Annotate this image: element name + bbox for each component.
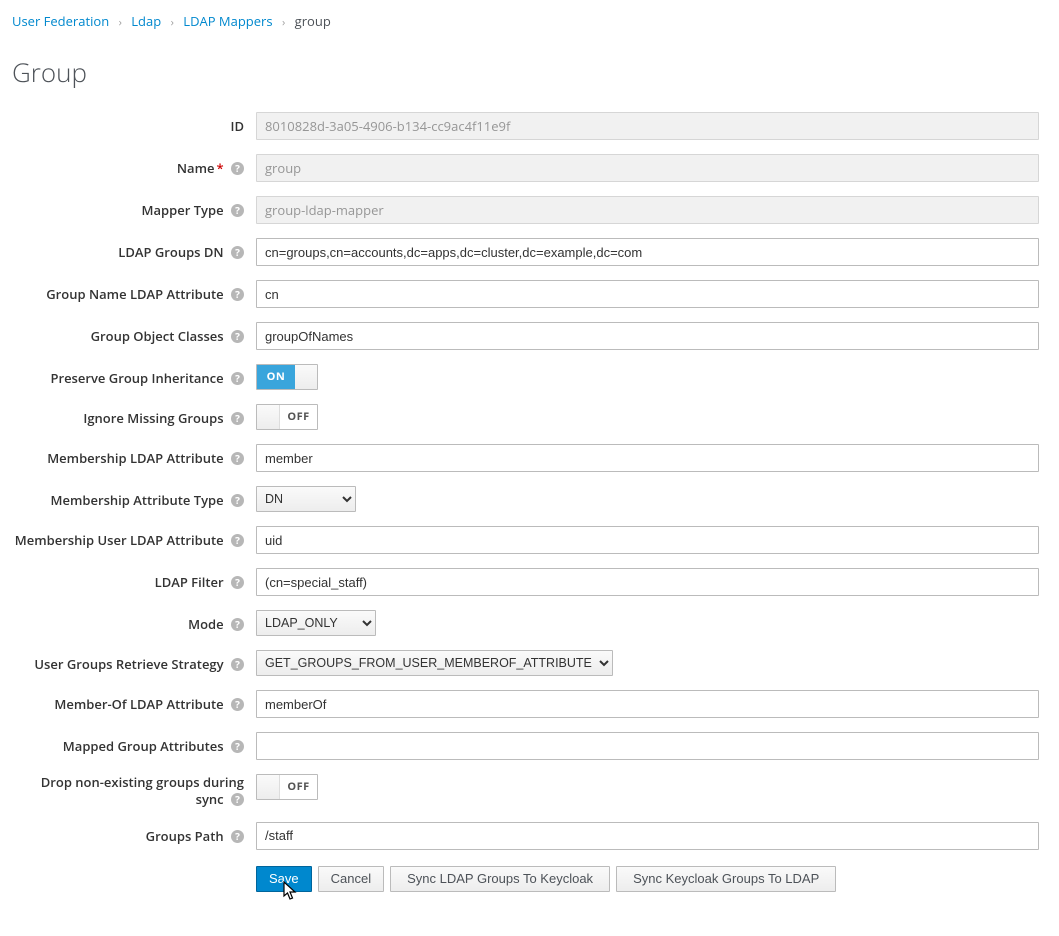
group-name-attr-input[interactable]: [256, 280, 1039, 308]
breadcrumb-ldap[interactable]: Ldap: [131, 12, 161, 30]
chevron-right-icon: ›: [113, 15, 128, 30]
help-icon[interactable]: ?: [231, 162, 244, 175]
chevron-right-icon: ›: [276, 15, 291, 30]
retrieve-strategy-select[interactable]: GET_GROUPS_FROM_USER_MEMBEROF_ATTRIBUTE: [256, 650, 613, 676]
label-group-obj-classes: Group Object Classes: [91, 327, 224, 345]
help-icon[interactable]: ?: [231, 793, 244, 806]
help-icon[interactable]: ?: [231, 452, 244, 465]
help-icon[interactable]: ?: [231, 740, 244, 753]
memberof-attr-input[interactable]: [256, 690, 1039, 718]
label-mode: Mode: [188, 615, 224, 633]
label-memberof-attr: Member-Of LDAP Attribute: [54, 695, 223, 713]
ldap-groups-dn-input[interactable]: [256, 238, 1039, 266]
label-mapped-group-attrs: Mapped Group Attributes: [63, 737, 224, 755]
help-icon[interactable]: ?: [231, 534, 244, 547]
mapper-form: ID 8010828d-3a05-4906-b134-cc9ac4f11e9f …: [10, 112, 1039, 892]
ldap-filter-input[interactable]: [256, 568, 1039, 596]
help-icon[interactable]: ?: [231, 658, 244, 671]
drop-nonexisting-toggle[interactable]: ON OFF: [256, 774, 318, 800]
label-name: Name: [177, 159, 215, 177]
toggle-on-label: ON: [267, 369, 286, 384]
label-group-name-attr: Group Name LDAP Attribute: [46, 285, 223, 303]
mapper-type-field: group-ldap-mapper: [256, 196, 1039, 224]
save-button[interactable]: Save: [256, 866, 312, 892]
membership-attr-type-select[interactable]: DN: [256, 486, 356, 512]
label-membership-attr-type: Membership Attribute Type: [51, 491, 224, 509]
page-title: Group: [12, 54, 1039, 90]
label-groups-path: Groups Path: [146, 827, 224, 845]
mapped-group-attrs-input[interactable]: [256, 732, 1039, 760]
group-obj-classes-input[interactable]: [256, 322, 1039, 350]
help-icon[interactable]: ?: [231, 618, 244, 631]
help-icon[interactable]: ?: [231, 246, 244, 259]
toggle-off-label: OFF: [287, 409, 309, 424]
breadcrumb: User Federation › Ldap › LDAP Mappers › …: [10, 10, 1039, 40]
sync-ldap-to-keycloak-button[interactable]: Sync LDAP Groups To Keycloak: [390, 866, 610, 892]
breadcrumb-current: group: [295, 12, 331, 30]
membership-attr-input[interactable]: [256, 444, 1039, 472]
help-icon[interactable]: ?: [231, 698, 244, 711]
membership-user-attr-input[interactable]: [256, 526, 1039, 554]
label-drop-nonexisting: Drop non-existing groups during sync: [41, 773, 244, 808]
help-icon[interactable]: ?: [231, 412, 244, 425]
cancel-button[interactable]: Cancel: [318, 866, 384, 892]
label-membership-user-attr: Membership User LDAP Attribute: [15, 531, 224, 549]
label-id: ID: [231, 117, 245, 135]
help-icon[interactable]: ?: [231, 372, 244, 385]
required-marker: *: [216, 159, 223, 177]
toggle-off-label: OFF: [287, 779, 309, 794]
label-retrieve-strategy: User Groups Retrieve Strategy: [34, 655, 223, 673]
label-ldap-groups-dn: LDAP Groups DN: [118, 243, 223, 261]
ignore-missing-toggle[interactable]: ON OFF: [256, 404, 318, 430]
breadcrumb-user-federation[interactable]: User Federation: [12, 12, 109, 30]
help-icon[interactable]: ?: [231, 494, 244, 507]
id-field: 8010828d-3a05-4906-b134-cc9ac4f11e9f: [256, 112, 1039, 140]
sync-keycloak-to-ldap-button[interactable]: Sync Keycloak Groups To LDAP: [616, 866, 836, 892]
label-mapper-type: Mapper Type: [142, 201, 224, 219]
mode-select[interactable]: LDAP_ONLY: [256, 610, 376, 636]
label-ldap-filter: LDAP Filter: [155, 573, 224, 591]
name-field: group: [256, 154, 1039, 182]
label-preserve-inherit: Preserve Group Inheritance: [50, 369, 223, 387]
help-icon[interactable]: ?: [231, 830, 244, 843]
groups-path-input[interactable]: [256, 822, 1039, 850]
chevron-right-icon: ›: [165, 15, 180, 30]
help-icon[interactable]: ?: [231, 288, 244, 301]
preserve-inherit-toggle[interactable]: ON OFF: [256, 364, 318, 390]
label-ignore-missing: Ignore Missing Groups: [83, 409, 223, 427]
help-icon[interactable]: ?: [231, 576, 244, 589]
breadcrumb-ldap-mappers[interactable]: LDAP Mappers: [183, 12, 272, 30]
help-icon[interactable]: ?: [231, 204, 244, 217]
label-membership-attr: Membership LDAP Attribute: [47, 449, 223, 467]
help-icon[interactable]: ?: [231, 330, 244, 343]
